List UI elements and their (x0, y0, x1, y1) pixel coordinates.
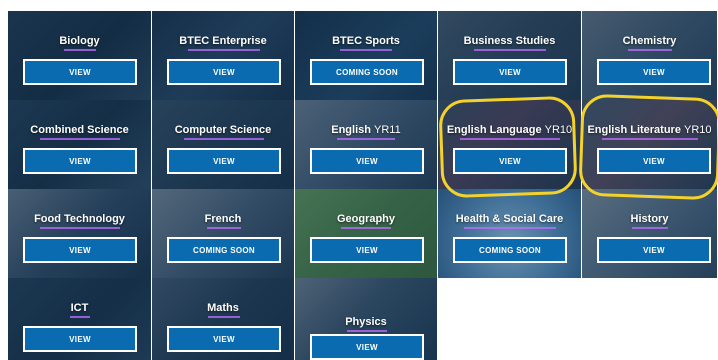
title-underline (341, 227, 391, 229)
subject-tile-business-studies[interactable]: Business Studies VIEW (438, 11, 582, 100)
title-underline (602, 138, 698, 140)
title-underline (64, 49, 96, 51)
subject-tile-food-technology[interactable]: Food Technology VIEW (8, 189, 152, 278)
view-button[interactable]: VIEW (597, 237, 711, 263)
title-underline (188, 49, 260, 51)
view-button[interactable]: VIEW (597, 148, 711, 174)
title-underline (208, 316, 240, 318)
title-underline (184, 138, 264, 140)
view-button[interactable]: VIEW (597, 59, 711, 85)
subject-tile-ict[interactable]: ICT VIEW (8, 278, 152, 360)
view-button[interactable]: VIEW (23, 326, 137, 352)
tile-title: Business Studies (463, 35, 556, 47)
tile-title: Food Technology (34, 213, 125, 225)
subject-tile-english-literature-yr10[interactable]: English Literature YR10 VIEW (582, 100, 718, 189)
subject-tile-health-social-care[interactable]: Health & Social Care COMING SOON (438, 189, 582, 278)
subject-tile-physics[interactable]: Physics VIEW (295, 278, 438, 360)
title-underline (40, 138, 120, 140)
tile-title: Biology (59, 35, 100, 47)
tile-title: Physics (345, 316, 387, 328)
subject-tile-btec-enterprise[interactable]: BTEC Enterprise VIEW (152, 11, 295, 100)
title-underline (347, 330, 387, 332)
tile-title: English Literature YR10 (587, 124, 712, 136)
view-button[interactable]: VIEW (453, 59, 567, 85)
subject-tile-biology[interactable]: Biology VIEW (8, 11, 152, 100)
coming-soon-button[interactable]: COMING SOON (310, 59, 424, 85)
subject-tile-combined-science[interactable]: Combined Science VIEW (8, 100, 152, 189)
coming-soon-button[interactable]: COMING SOON (453, 237, 567, 263)
tile-title: French (204, 213, 242, 225)
tile-title: English YR11 (331, 124, 401, 136)
title-underline (70, 316, 90, 318)
subject-tile-history[interactable]: History VIEW (582, 189, 718, 278)
title-underline (40, 227, 120, 229)
tile-title: BTEC Sports (332, 35, 400, 47)
subject-tile-maths[interactable]: Maths VIEW (152, 278, 295, 360)
view-button[interactable]: VIEW (310, 334, 424, 360)
title-underline (337, 138, 395, 140)
tile-title: ICT (70, 302, 89, 314)
view-button[interactable]: VIEW (310, 237, 424, 263)
subject-tile-french[interactable]: French COMING SOON (152, 189, 295, 278)
tile-title: BTEC Enterprise (179, 35, 267, 47)
subject-tile-english-yr11[interactable]: English YR11 VIEW (295, 100, 438, 189)
subject-tile-chemistry[interactable]: Chemistry VIEW (582, 11, 718, 100)
view-button[interactable]: VIEW (23, 237, 137, 263)
title-underline (628, 49, 672, 51)
subject-tile-english-language-yr10[interactable]: English Language YR10 VIEW (438, 100, 582, 189)
tile-title: Geography (336, 213, 396, 225)
title-underline (460, 138, 560, 140)
tile-title: Health & Social Care (455, 213, 564, 225)
view-button[interactable]: VIEW (453, 148, 567, 174)
tile-title: Computer Science (174, 124, 272, 136)
title-underline (207, 227, 241, 229)
coming-soon-button[interactable]: COMING SOON (167, 237, 281, 263)
view-button[interactable]: VIEW (167, 326, 281, 352)
title-underline (340, 49, 392, 51)
tile-title: History (630, 213, 669, 225)
view-button[interactable]: VIEW (167, 59, 281, 85)
subject-tile-computer-science[interactable]: Computer Science VIEW (152, 100, 295, 189)
view-button[interactable]: VIEW (23, 148, 137, 174)
tile-title: English Language YR10 (446, 124, 573, 136)
tile-title: Maths (207, 302, 239, 314)
title-underline (474, 49, 546, 51)
subject-grid: Biology VIEW BTEC Enterprise VIEW BTEC S… (8, 11, 718, 360)
subject-tile-geography[interactable]: Geography VIEW (295, 189, 438, 278)
view-button[interactable]: VIEW (23, 59, 137, 85)
title-underline (464, 227, 556, 229)
tile-title: Chemistry (622, 35, 677, 47)
subject-tile-btec-sports[interactable]: BTEC Sports COMING SOON (295, 11, 438, 100)
view-button[interactable]: VIEW (167, 148, 281, 174)
tile-title: Combined Science (30, 124, 129, 136)
view-button[interactable]: VIEW (310, 148, 424, 174)
title-underline (632, 227, 668, 229)
